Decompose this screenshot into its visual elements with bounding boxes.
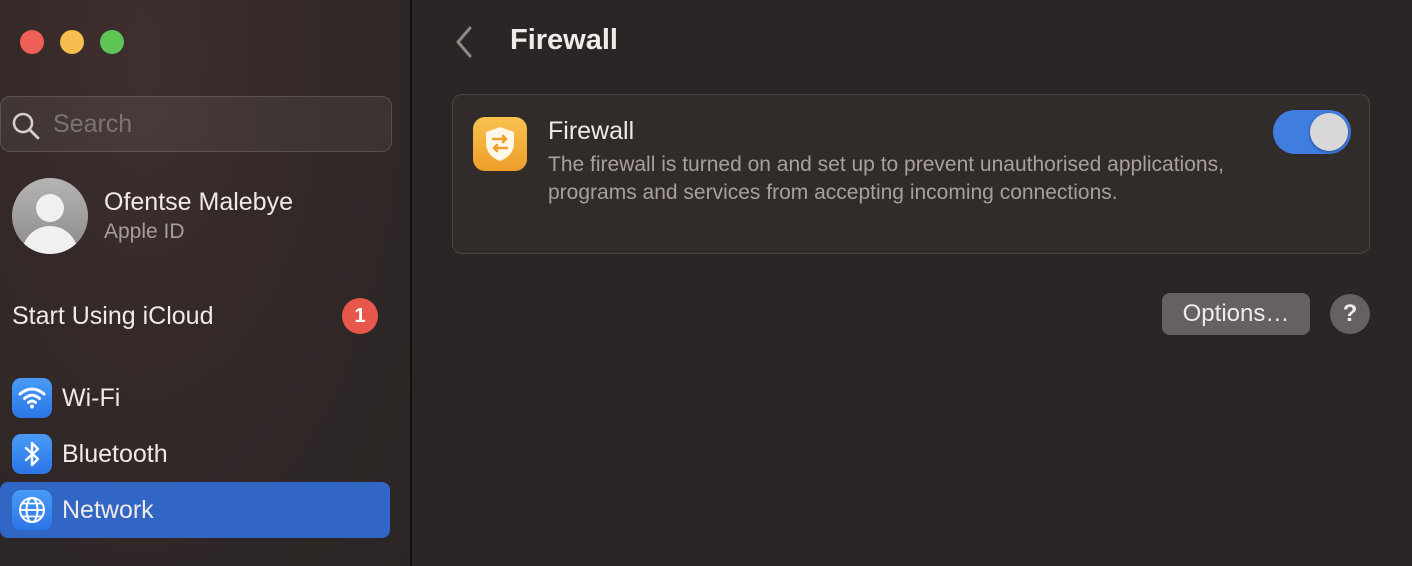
back-chevron-icon[interactable] [450,24,478,60]
sidebar-item-wifi[interactable]: Wi-Fi [0,370,390,426]
sidebar-item-label: Bluetooth [62,439,168,468]
system-settings-window: Ofentse Malebye Apple ID Start Using iCl… [0,0,1412,566]
account-name: Ofentse Malebye [104,188,293,216]
firewall-title: Firewall [548,117,635,145]
minimize-window-button[interactable] [60,30,84,54]
apple-id-account[interactable]: Ofentse Malebye Apple ID [12,178,392,256]
sidebar-item-network[interactable]: Network [0,482,390,538]
search-field[interactable] [0,96,392,152]
close-window-button[interactable] [20,30,44,54]
firewall-toggle[interactable] [1273,110,1351,154]
sidebar-item-label: Wi-Fi [62,383,121,412]
sidebar-item-bluetooth[interactable]: Bluetooth [0,426,390,482]
account-subtitle: Apple ID [104,220,185,243]
help-button[interactable]: ? [1330,294,1370,334]
search-icon [12,112,40,140]
page-title: Firewall [510,24,618,56]
start-using-icloud[interactable]: Start Using iCloud 1 [12,298,382,338]
firewall-description: The firewall is turned on and set up to … [548,153,1224,204]
avatar-head [36,194,64,222]
options-button[interactable]: Options… [1162,293,1310,335]
sidebar: Ofentse Malebye Apple ID Start Using iCl… [0,0,410,566]
globe-icon [12,490,52,530]
wifi-icon [12,378,52,418]
main-pane: Firewall Firewall The firewall is turned… [412,0,1412,566]
avatar-body [22,226,78,254]
icloud-label: Start Using iCloud [12,302,214,330]
search-input[interactable] [53,97,383,151]
firewall-shield-icon [473,117,527,171]
avatar [12,178,88,254]
sidebar-item-label: Network [62,495,154,524]
zoom-window-button[interactable] [100,30,124,54]
notification-badge: 1 [342,298,378,334]
bluetooth-icon [12,434,52,474]
firewall-card: Firewall The firewall is turned on and s… [452,94,1370,254]
toggle-knob [1310,113,1348,151]
